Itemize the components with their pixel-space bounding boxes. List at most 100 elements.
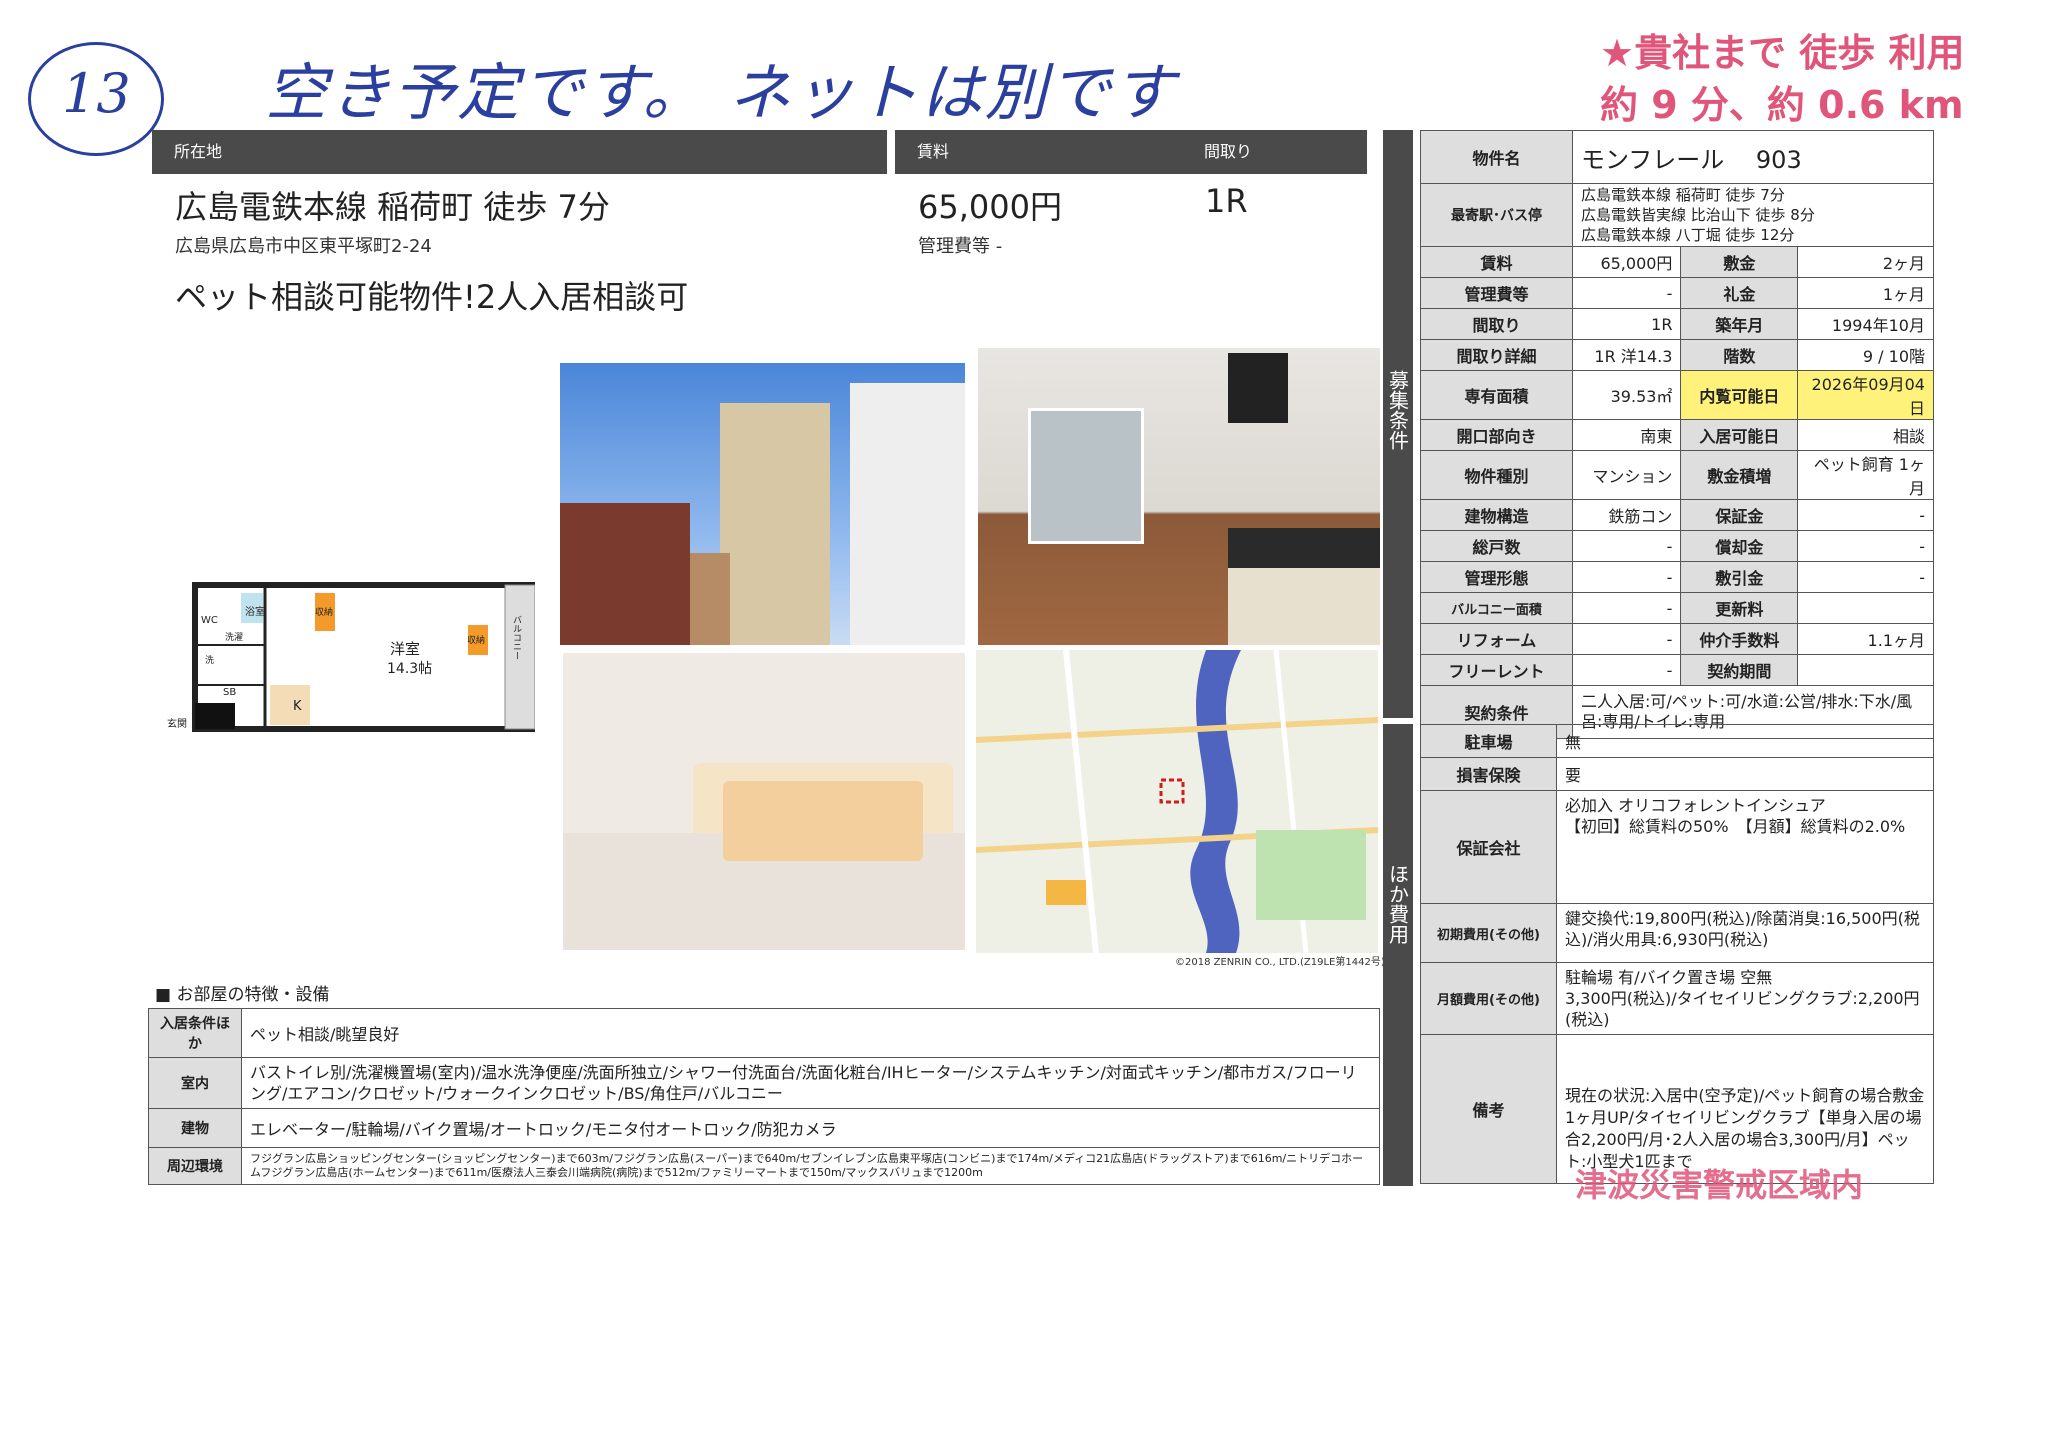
- spec-value: マンション: [1571, 450, 1682, 500]
- spec-label: 礼金: [1680, 277, 1799, 309]
- other-value: 鍵交換代:19,800円(税込)/除菌消臭:16,500円(税込)/消火用具:6…: [1556, 903, 1934, 963]
- building-photo: [560, 363, 965, 645]
- features-row-building: 建物 エレベーター/駐輪場/バイク置場/オートロック/モニタ付オートロック/防犯…: [148, 1108, 1380, 1148]
- features-value: フジグラン広島ショッピングセンター(ショッピングセンター)まで603m/フジグラ…: [241, 1147, 1380, 1185]
- spec-label: 管理費等: [1420, 277, 1573, 309]
- spec-label: 開口部向き: [1420, 419, 1573, 451]
- station-label: 最寄駅･バス停: [1420, 183, 1573, 247]
- other-costs-table: 駐車場無 損害保険要 保証会社 必加入 オリコフォレントインシュア 【初回】総賃料…: [1420, 724, 1934, 1184]
- spec-value: -: [1797, 530, 1934, 562]
- spec-label: 築年月: [1680, 308, 1799, 340]
- floorplan-room: 洋室: [390, 640, 421, 658]
- spec-label: 償却金: [1680, 530, 1799, 562]
- property-spec-table: 物件名 モンフレール 903 最寄駅･バス停 広島電鉄本線 稲荷町 徒歩 7分 …: [1420, 130, 1934, 739]
- features-value: ペット相談/眺望良好: [241, 1008, 1380, 1058]
- spec-value: -: [1571, 592, 1682, 624]
- spec-value: -: [1571, 654, 1682, 686]
- layout-value: 1R: [1205, 182, 1248, 220]
- spec-label: 敷引金: [1680, 561, 1799, 593]
- floorplan-bath: 浴室: [245, 607, 265, 618]
- other-label: 月額費用(その他): [1420, 962, 1557, 1035]
- bathroom-photo: [563, 653, 965, 950]
- spec-value: -: [1571, 561, 1682, 593]
- spec-value: [1797, 654, 1934, 686]
- spec-value: 1ヶ月: [1797, 277, 1934, 309]
- other-label: 保証会社: [1420, 790, 1557, 904]
- rent-header: 賃料: [895, 130, 1189, 174]
- station-line-3: 広島電鉄本線 八丁堀 徒歩 12分: [1581, 226, 1795, 244]
- rent-value: 65,000円: [918, 188, 1062, 226]
- catch-copy: ペット相談可能物件!2人入居相談可: [175, 278, 689, 316]
- spec-row: 建物構造 鉄筋コン 保証金 -: [1420, 499, 1934, 531]
- spec-value: 1994年10月: [1797, 308, 1934, 340]
- floorplan: 洋室 14.3帖 WC 浴室 洗濯 洗 玄関 K 収納 収納 SB バルコニー: [165, 575, 538, 735]
- circled-number-text: 13: [62, 62, 131, 125]
- floorplan-shoes: SB: [223, 687, 237, 698]
- spec-label: 敷金: [1680, 246, 1799, 278]
- spec-value: 1.1ヶ月: [1797, 623, 1934, 655]
- name-label: 物件名: [1420, 130, 1573, 184]
- features-value: エレベーター/駐輪場/バイク置場/オートロック/モニタ付オートロック/防犯カメラ: [241, 1108, 1380, 1148]
- map-credit: ©2018 ZENRIN CO., LTD.(Z19LE第1442号): [1175, 957, 1385, 968]
- spec-label: 賃料: [1420, 246, 1573, 278]
- spec-value: -: [1571, 277, 1682, 309]
- spec-value: -: [1797, 499, 1934, 531]
- side-label-conditions-text: 募集条件: [1385, 370, 1410, 450]
- station-summary: 広島電鉄本線 稲荷町 徒歩 7分: [175, 188, 610, 226]
- spec-value: -: [1797, 561, 1934, 593]
- spec-label: 敷金積増: [1680, 450, 1799, 500]
- spec-row: 管理費等 - 礼金 1ヶ月: [1420, 277, 1934, 309]
- spec-label: 仲介手数料: [1680, 623, 1799, 655]
- spec-label: 間取り詳細: [1420, 339, 1573, 371]
- features-label: 室内: [148, 1057, 242, 1109]
- features-row-conditions: 入居条件ほか ペット相談/眺望良好: [148, 1008, 1380, 1058]
- features-row-interior: 室内 バストイレ別/洗濯機置場(室内)/温水洗浄便座/洗面所独立/シャワー付洗面…: [148, 1057, 1380, 1109]
- other-label: 損害保険: [1420, 757, 1557, 791]
- features-row-surroundings: 周辺環境 フジグラン広島ショッピングセンター(ショッピングセンター)まで603m…: [148, 1147, 1380, 1185]
- map-image: [976, 650, 1378, 953]
- spec-label: 更新料: [1680, 592, 1799, 624]
- station-line-2: 広島電鉄皆実線 比治山下 徒歩 8分: [1581, 206, 1815, 224]
- spec-label: 契約期間: [1680, 654, 1799, 686]
- other-label: 駐車場: [1420, 724, 1557, 758]
- spec-label: 総戸数: [1420, 530, 1573, 562]
- spec-label: フリーレント: [1420, 654, 1573, 686]
- spec-row: 賃料 65,000円 敷金 2ヶ月: [1420, 246, 1934, 278]
- spec-value: 鉄筋コン: [1571, 499, 1682, 531]
- spec-value: ペット飼育 1ヶ月: [1797, 450, 1934, 500]
- other-label: 備考: [1420, 1034, 1557, 1184]
- spec-row: リフォーム - 仲介手数料 1.1ヶ月: [1420, 623, 1934, 655]
- side-label-other: ほか費用: [1383, 724, 1413, 1186]
- layout-header: 間取り: [1182, 130, 1367, 174]
- spec-value: 相談: [1797, 419, 1934, 451]
- floorplan-wc: WC: [201, 615, 218, 626]
- spec-row: 管理形態 - 敷引金 -: [1420, 561, 1934, 593]
- features-label: 周辺環境: [148, 1147, 242, 1185]
- spec-value: 1R: [1571, 308, 1682, 340]
- side-label-conditions: 募集条件: [1383, 130, 1413, 718]
- tsunami-stamp: 津波災害警戒区域内: [1575, 1166, 1864, 1204]
- spec-value: 南東: [1571, 419, 1682, 451]
- other-value: 駐輪場 有/バイク置き場 空無 3,300円(税込)/タイセイリビングクラブ:2…: [1556, 962, 1934, 1035]
- interior-photo: [978, 348, 1380, 645]
- spec-label: 建物構造: [1420, 499, 1573, 531]
- spec-label: 入居可能日: [1680, 419, 1799, 451]
- spec-row: 間取り詳細 1R 洋14.3 階数 9 / 10階: [1420, 339, 1934, 371]
- other-value: 無: [1556, 724, 1934, 758]
- spec-row: 物件種別 マンション 敷金積増 ペット飼育 1ヶ月: [1420, 450, 1934, 500]
- spec-row: 間取り 1R 築年月 1994年10月: [1420, 308, 1934, 340]
- spec-value: 39.53㎡: [1571, 370, 1682, 420]
- spec-label: 階数: [1680, 339, 1799, 371]
- stamp-line1: ★貴社まで 徒歩 利用: [1600, 31, 1965, 75]
- side-label-other-text: ほか費用: [1385, 864, 1410, 944]
- spec-value: 2ヶ月: [1797, 246, 1934, 278]
- features-value: バストイレ別/洗濯機置場(室内)/温水洗浄便座/洗面所独立/シャワー付洗面台/洗…: [241, 1057, 1380, 1109]
- features-table: 入居条件ほか ペット相談/眺望良好 室内 バストイレ別/洗濯機置場(室内)/温水…: [148, 1008, 1380, 1185]
- other-value: 必加入 オリコフォレントインシュア 【初回】総賃料の50% 【月額】総賃料の2.…: [1556, 790, 1934, 904]
- spec-row: 総戸数 - 償却金 -: [1420, 530, 1934, 562]
- spec-row: バルコニー面積 - 更新料: [1420, 592, 1934, 624]
- station-line-1: 広島電鉄本線 稲荷町 徒歩 7分: [1581, 186, 1785, 204]
- spec-label: 間取り: [1420, 308, 1573, 340]
- floorplan-basin: 洗: [205, 656, 215, 666]
- floorplan-size: 14.3帖: [387, 661, 433, 677]
